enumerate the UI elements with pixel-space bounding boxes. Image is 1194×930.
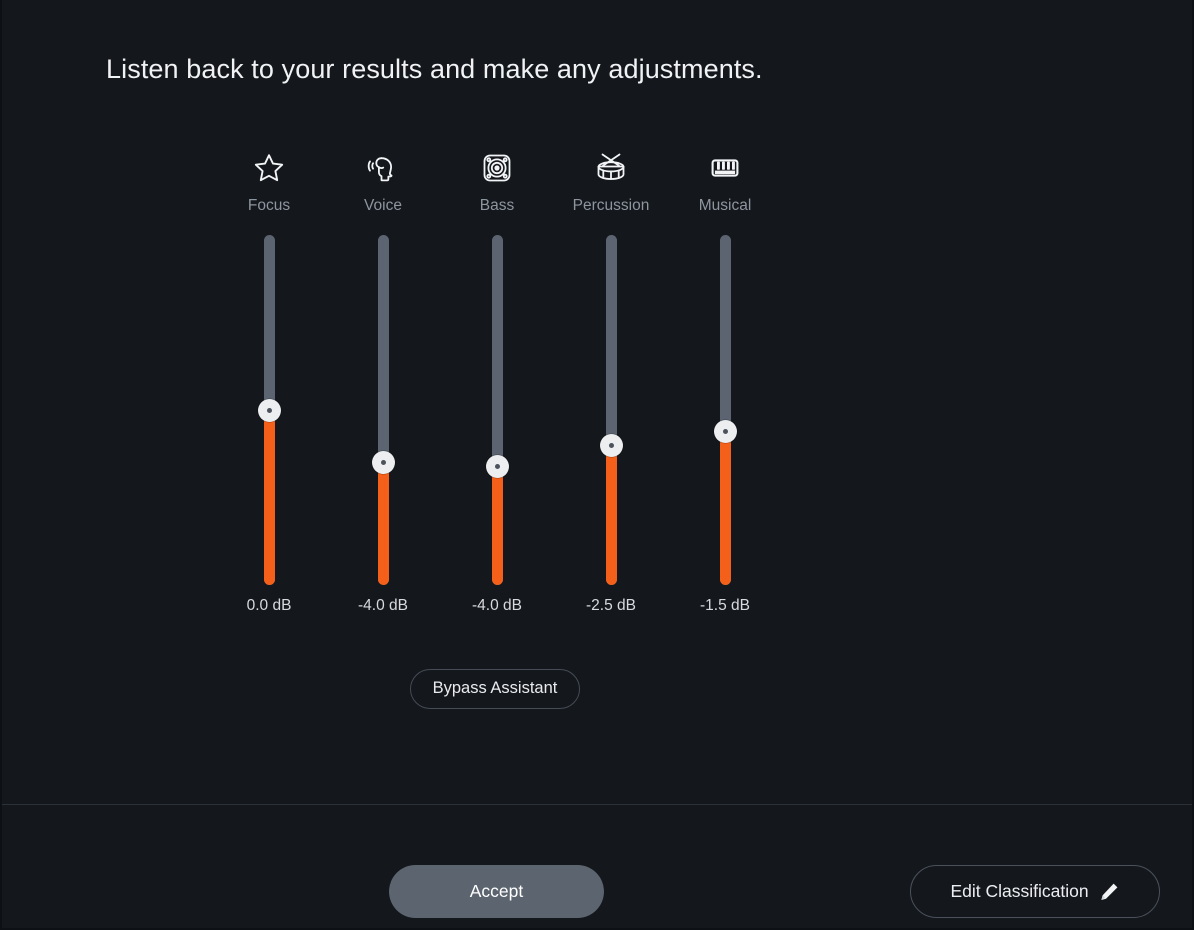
slider-column-musical: Musical -1.5 dB [668, 148, 782, 615]
slider-value: -4.0 dB [472, 597, 522, 614]
drum-icon [592, 148, 630, 188]
accept-button[interactable]: Accept [389, 865, 604, 918]
slider-track-bass[interactable] [485, 235, 509, 585]
bypass-row: Bypass Assistant [0, 669, 990, 709]
slider-column-percussion: Percussion -2.5 dB [554, 148, 668, 615]
page-title: Listen back to your results and make any… [106, 54, 763, 84]
slider-value: -4.0 dB [358, 597, 408, 614]
slider-fill [263, 410, 275, 585]
slider-track-percussion[interactable] [599, 235, 623, 585]
slider-fill [491, 466, 503, 585]
slider-track-focus[interactable] [257, 235, 281, 585]
slider-fill [719, 431, 731, 585]
eq-slider-bank: Focus 0.0 dB Voice -4.0 dB Bass -4.0 dB … [212, 148, 782, 648]
slider-handle-voice[interactable] [371, 451, 395, 474]
band-label: Focus [247, 197, 291, 214]
slider-column-voice: Voice -4.0 dB [326, 148, 440, 615]
slider-fill [377, 462, 389, 585]
slider-fill [605, 445, 617, 585]
band-label: Percussion [572, 197, 650, 214]
pencil-icon [1098, 881, 1120, 903]
slider-track-voice[interactable] [371, 235, 395, 585]
band-label: Voice [364, 197, 402, 214]
band-label: Musical [698, 197, 752, 214]
slider-track-musical[interactable] [713, 235, 737, 585]
slider-handle-bass[interactable] [485, 454, 509, 478]
bypass-assistant-button[interactable]: Bypass Assistant [409, 669, 581, 709]
star-icon [251, 148, 287, 188]
speaker-icon [479, 148, 515, 188]
slider-value: -1.5 dB [700, 597, 750, 614]
slider-handle-musical[interactable] [713, 419, 737, 443]
slider-handle-percussion[interactable] [599, 433, 623, 457]
footer-bar: Accept Edit Classification [0, 804, 1194, 930]
slider-handle-focus[interactable] [257, 398, 281, 422]
slider-column-focus: Focus 0.0 dB [212, 148, 326, 615]
slider-column-bass: Bass -4.0 dB [440, 148, 554, 615]
piano-icon [707, 148, 743, 188]
slider-value: 0.0 dB [246, 597, 292, 614]
slider-value: -2.5 dB [586, 597, 636, 614]
band-label: Bass [479, 197, 515, 214]
voice-icon [365, 148, 401, 188]
edit-classification-label: Edit Classification [950, 881, 1089, 901]
edit-classification-button[interactable]: Edit Classification [910, 865, 1160, 918]
